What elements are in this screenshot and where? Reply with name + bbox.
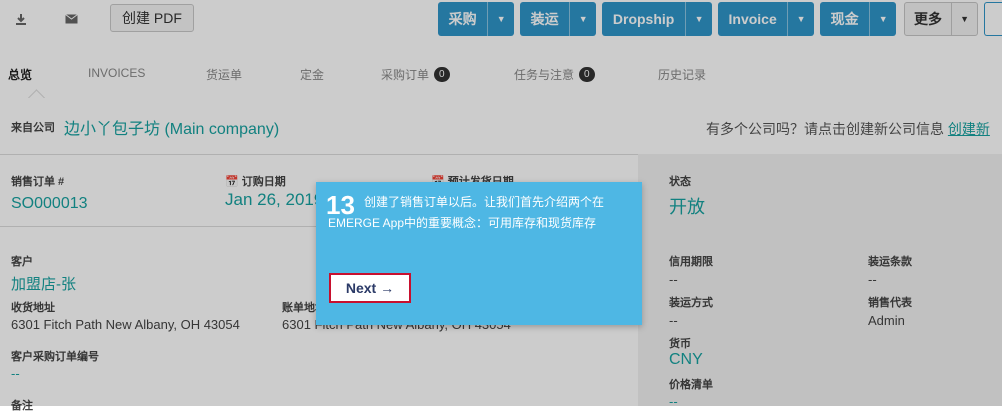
tab-label: 货运单: [206, 68, 243, 82]
tour-step-text: 创建了销售订单以后。让我们首先介绍两个在EMERGE App中的重要概念：可用库…: [328, 195, 605, 230]
shipping-terms-value: --: [868, 272, 877, 287]
tab-bar: [0, 48, 1002, 99]
sales-rep-label: 销售代表: [868, 297, 912, 309]
tab-history[interactable]: 历史记录: [658, 66, 706, 83]
status-label: 状态: [669, 176, 691, 188]
create-company-link[interactable]: 创建新: [948, 121, 990, 137]
tab-purchase-orders[interactable]: 采购订单 0: [381, 66, 450, 83]
chevron-down-icon[interactable]: ▼: [951, 3, 977, 35]
credit-terms-value: --: [669, 272, 678, 287]
chevron-down-icon[interactable]: ▼: [569, 2, 596, 36]
tab-deposits[interactable]: 定金: [300, 66, 324, 83]
toolbar: 创建 PDF 采购 ▼ 装运 ▼ Dropship ▼ Invoice ▼ 现金…: [0, 0, 1002, 46]
tour-tooltip: 13 创建了销售订单以后。让我们首先介绍两个在EMERGE App中的重要概念：…: [316, 182, 642, 325]
chevron-down-icon[interactable]: ▼: [869, 2, 896, 36]
count-badge: 0: [579, 67, 595, 82]
tab-label: 任务与注意: [514, 68, 575, 82]
multi-company-hint: 有多个公司吗？请点击创建新公司信息 创建新: [706, 119, 990, 139]
tab-label: 历史记录: [658, 68, 707, 82]
customer-label: 客户: [11, 256, 33, 268]
shipping-terms-label: 装运条款: [868, 256, 912, 268]
tab-label: 总览: [8, 68, 33, 82]
tab-tasks-notes[interactable]: 任务与注意 0: [514, 66, 595, 83]
more-dropdown[interactable]: 更多 ▼: [904, 2, 978, 36]
cash-button[interactable]: 现金: [820, 2, 869, 36]
tab-label: INVOICES: [88, 66, 146, 80]
shipping-address-label: 收货地址: [11, 302, 55, 314]
order-date-label: 📅 订购日期: [225, 173, 286, 189]
so-number-label: 销售订单 #: [11, 176, 65, 188]
credit-terms-label: 信用期限: [669, 256, 713, 268]
currency-label: 货币: [669, 338, 691, 350]
customer-po-label: 客户采购订单编号: [11, 351, 99, 363]
tab-shipments[interactable]: 货运单: [206, 66, 242, 83]
status-value: 开放: [669, 197, 705, 217]
more-button[interactable]: 更多: [905, 3, 951, 35]
extra-button[interactable]: [984, 2, 1002, 36]
customer-po-value: --: [11, 366, 20, 381]
shipping-button[interactable]: 装运: [520, 2, 569, 36]
purchase-button[interactable]: 采购: [438, 2, 487, 36]
shipping-method-value: --: [669, 313, 678, 328]
invoice-dropdown[interactable]: Invoice ▼: [718, 2, 814, 36]
calendar-icon: 📅: [225, 176, 239, 188]
company-name-link[interactable]: 边小丫包子坊 (Main company): [64, 115, 279, 139]
chevron-down-icon[interactable]: ▼: [787, 2, 814, 36]
price-list-label: 价格清单: [669, 379, 713, 391]
notes-label: 备注: [11, 400, 33, 412]
chevron-down-icon[interactable]: ▼: [487, 2, 514, 36]
tab-label: 定金: [300, 68, 325, 82]
order-date-value: Jan 26, 2019: [225, 190, 324, 209]
tour-next-button[interactable]: Next →: [329, 273, 411, 303]
shipping-dropdown[interactable]: 装运 ▼: [520, 2, 596, 36]
tab-label: 采购订单: [381, 68, 430, 82]
order-date-label-text: 订购日期: [241, 176, 286, 188]
invoice-button[interactable]: Invoice: [718, 2, 787, 36]
purchase-dropdown[interactable]: 采购 ▼: [438, 2, 514, 36]
envelope-icon[interactable]: [56, 8, 86, 30]
from-company-label: 来自公司: [11, 122, 55, 134]
shipping-method-label: 装运方式: [669, 297, 713, 309]
tab-overview[interactable]: 总览: [8, 66, 32, 83]
chevron-down-icon[interactable]: ▼: [685, 2, 712, 36]
hint-text: 有多个公司吗？请点击创建新公司信息: [706, 121, 944, 137]
dropship-dropdown[interactable]: Dropship ▼: [602, 2, 712, 36]
sales-rep-value: Admin: [868, 313, 905, 328]
price-list-value: --: [669, 394, 678, 409]
tab-invoices[interactable]: INVOICES: [88, 66, 145, 80]
cash-dropdown[interactable]: 现金 ▼: [820, 2, 896, 36]
so-number-value: SO000013: [11, 195, 88, 212]
shipping-address-value: 6301 Fitch Path New Albany, OH 43054: [11, 317, 240, 332]
create-pdf-button[interactable]: 创建 PDF: [110, 4, 194, 32]
download-icon[interactable]: [6, 8, 36, 30]
currency-value: CNY: [669, 351, 703, 368]
dropship-button[interactable]: Dropship: [602, 2, 685, 36]
count-badge: 0: [434, 67, 450, 82]
customer-link[interactable]: 加盟店-张: [11, 273, 76, 294]
